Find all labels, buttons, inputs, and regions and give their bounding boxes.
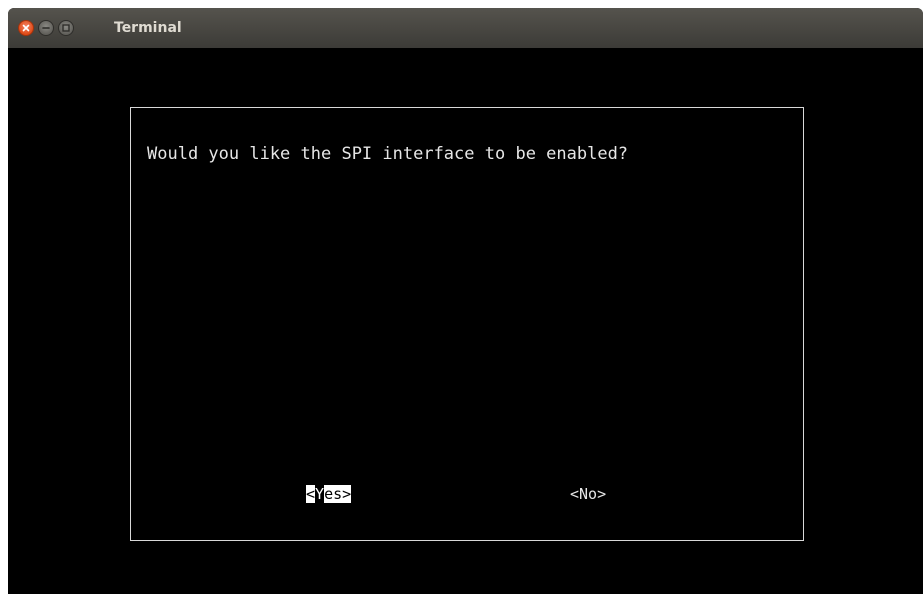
no-button[interactable]: <No> [570, 485, 606, 504]
confirmation-dialog: Would you like the SPI interface to be e… [130, 107, 804, 541]
text-cursor: Y [315, 485, 325, 503]
close-icon[interactable] [18, 20, 34, 36]
minimize-icon[interactable] [38, 20, 54, 36]
terminal-window: Terminal Would you like the SPI interfac… [8, 8, 923, 594]
dialog-question: Would you like the SPI interface to be e… [147, 144, 629, 164]
window-title: Terminal [114, 20, 182, 36]
yes-button-rest: es> [324, 485, 352, 503]
yes-button[interactable]: <Yes> [306, 485, 352, 504]
maximize-icon[interactable] [58, 20, 74, 36]
yes-button-open: < [306, 485, 316, 503]
title-bar[interactable]: Terminal [8, 8, 923, 48]
